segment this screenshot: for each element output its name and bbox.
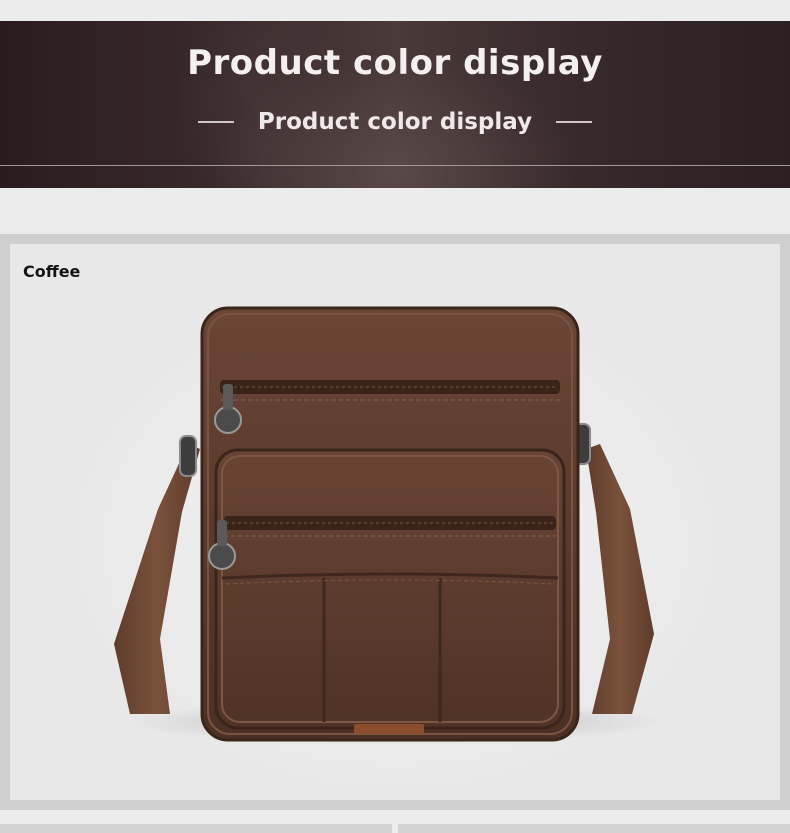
next-card-right-edge <box>398 824 790 833</box>
right-strap <box>586 444 654 714</box>
section-spacer <box>0 188 790 234</box>
top-zipper-pull-icon <box>214 406 242 434</box>
decorative-line-right <box>556 121 593 123</box>
top-spacer <box>0 0 790 21</box>
banner-divider <box>0 165 790 166</box>
next-card-left-edge <box>0 824 392 833</box>
brand-tab <box>354 724 424 734</box>
section-banner: Product color display Product color disp… <box>0 21 790 188</box>
left-buckle <box>179 435 197 477</box>
left-strap <box>114 444 200 714</box>
pocket-zipper-pull-icon <box>208 542 236 570</box>
banner-subtitle: Product color display <box>257 109 533 135</box>
shoulder-bag-illustration <box>114 306 665 744</box>
front-pocket <box>214 448 566 730</box>
product-photo[interactable]: Coffee <box>10 244 780 800</box>
decorative-line-left <box>197 121 234 123</box>
banner-title: Product color display <box>187 43 603 83</box>
color-name-label: Coffee <box>23 262 81 281</box>
banner-subtitle-row: Product color display <box>0 107 790 137</box>
product-color-card: Coffee <box>0 234 790 810</box>
